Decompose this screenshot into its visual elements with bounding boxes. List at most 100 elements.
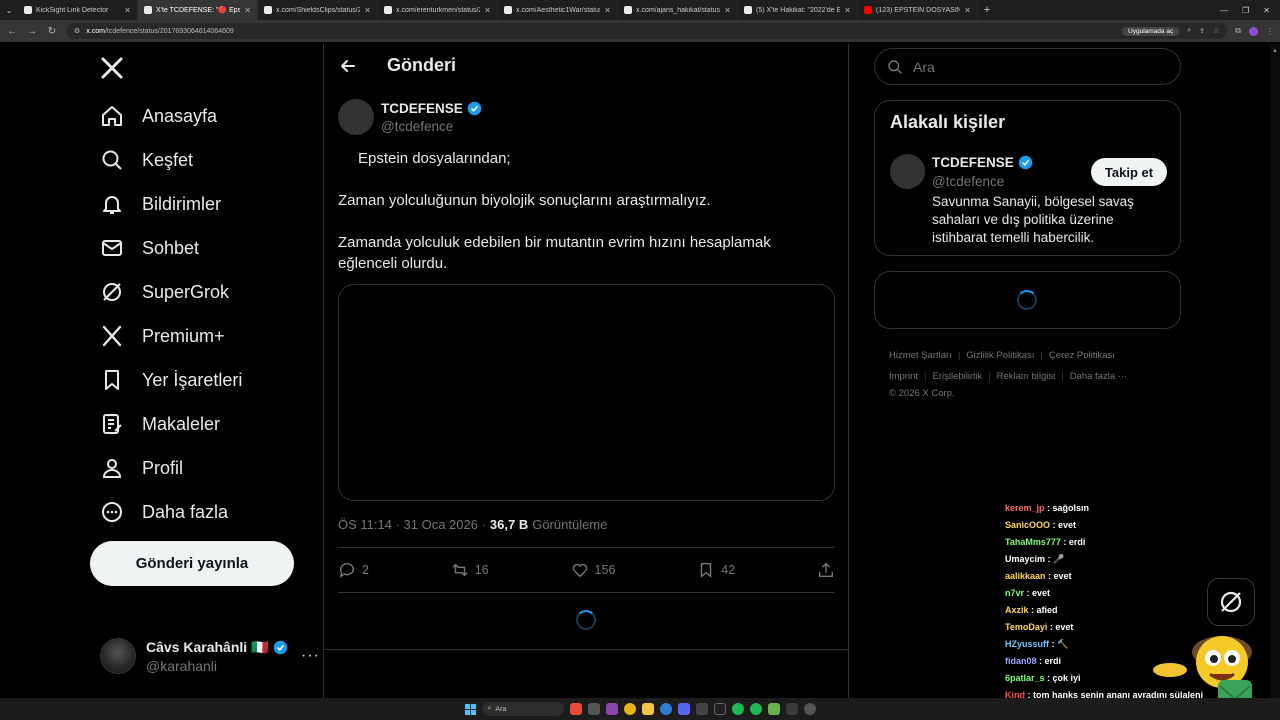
footer-link[interactable]: Reklam bilgisi: [997, 371, 1056, 382]
nav-item-bookmark[interactable]: Yer İşaretleri: [100, 360, 242, 400]
taskbar-app-icon[interactable]: [605, 703, 618, 715]
tab-close-icon[interactable]: ✕: [124, 6, 131, 15]
share-button[interactable]: [817, 561, 835, 579]
extensions-icon[interactable]: ⧉: [1235, 26, 1241, 36]
open-in-app-button[interactable]: Uygulamada aç: [1122, 26, 1180, 36]
tab-close-icon[interactable]: ✕: [844, 6, 851, 15]
footer-link[interactable]: Erişilebilirlik: [933, 371, 983, 382]
chat-username[interactable]: HZyussuff: [1005, 639, 1049, 649]
restore-icon[interactable]: ❐: [1242, 6, 1249, 15]
nav-item-article[interactable]: Makaleler: [100, 404, 220, 444]
tweet-author-name-row[interactable]: TCDEFENSE: [381, 101, 482, 116]
footer-link[interactable]: Hizmet Şartları: [889, 350, 952, 361]
taskbar-search[interactable]: ⌕ Ara: [481, 702, 564, 716]
taskbar-app-icon[interactable]: [713, 703, 726, 715]
taskbar-app-icon[interactable]: [785, 703, 798, 715]
chat-username[interactable]: n7vr: [1005, 588, 1024, 598]
more-dots-icon[interactable]: ···: [301, 647, 320, 665]
search-box[interactable]: [874, 48, 1181, 85]
chat-username[interactable]: fidan08: [1005, 656, 1037, 666]
related-handle[interactable]: @tcdefence: [932, 174, 1004, 189]
forward-nav-icon[interactable]: →: [26, 26, 38, 37]
taskbar-spotify-icon[interactable]: [749, 703, 762, 715]
windows-start-icon[interactable]: [464, 703, 476, 715]
browser-tab[interactable]: X'te TCDEFENSE: "🔴 Epstein do✕: [138, 0, 258, 20]
profile-icon[interactable]: [1249, 26, 1258, 36]
chat-username[interactable]: Umaycim: [1005, 554, 1045, 564]
chat-username[interactable]: aalikkaan: [1005, 571, 1046, 581]
tweet-media-embed[interactable]: [338, 284, 835, 501]
nav-item-grok[interactable]: SuperGrok: [100, 272, 229, 312]
nav-item-search[interactable]: Keşfet: [100, 140, 193, 180]
nav-item-person[interactable]: Profil: [100, 448, 183, 488]
browser-tab[interactable]: x.com/ShieldsClips/status/2004 ✕: [258, 0, 378, 20]
tweet-author-handle[interactable]: @tcdefence: [381, 119, 453, 134]
taskbar-discord-icon[interactable]: [677, 703, 690, 715]
nav-item-x-premium[interactable]: Premium+: [100, 316, 225, 356]
reload-icon[interactable]: ↻: [46, 26, 58, 37]
star-icon[interactable]: ☆: [1213, 27, 1219, 35]
taskbar-app-icon[interactable]: [659, 703, 672, 715]
scroll-up-arrow-icon[interactable]: ▲: [1272, 48, 1278, 54]
tab-close-icon[interactable]: ✕: [244, 6, 251, 15]
like-button[interactable]: 156: [571, 561, 615, 579]
nav-item-more-circle[interactable]: Daha fazla: [100, 492, 228, 532]
nav-item-bell[interactable]: Bildirimler: [100, 184, 221, 224]
new-tab-button[interactable]: +: [978, 4, 996, 16]
related-name-row[interactable]: TCDEFENSE: [932, 155, 1033, 170]
share-icon[interactable]: ⇪: [1199, 27, 1205, 35]
back-nav-icon[interactable]: ←: [6, 26, 18, 37]
account-switcher[interactable]: Câvs Karahânli 🇮🇹 @karahanli ···: [100, 636, 320, 676]
taskbar-app-icon[interactable]: [569, 703, 582, 715]
post-button[interactable]: Gönderi yayınla: [90, 541, 294, 586]
zoom-icon[interactable]: ⌕: [1187, 27, 1191, 35]
footer-link[interactable]: Gizlilik Politikası: [966, 350, 1034, 361]
browser-tab[interactable]: (123) EPSTEIN DOSYASINDA TÜ ✕: [858, 0, 978, 20]
tab-close-icon[interactable]: ✕: [964, 6, 971, 15]
chat-username[interactable]: Axzik: [1005, 605, 1029, 615]
browser-tab[interactable]: (5) X'te Hakikat: "2022'de Epste ✕: [738, 0, 858, 20]
tweet-author-name[interactable]: TCDEFENSE: [381, 101, 463, 116]
minimize-icon[interactable]: —: [1220, 6, 1228, 15]
repost-button[interactable]: 16: [451, 561, 489, 579]
back-arrow-icon[interactable]: [338, 56, 358, 81]
chat-username[interactable]: TemoDayi: [1005, 622, 1047, 632]
close-window-icon[interactable]: ✕: [1263, 6, 1270, 15]
url-field[interactable]: ⚙ x.com/tcdefence/status/201769306461406…: [66, 23, 1228, 39]
taskbar-app-icon[interactable]: [803, 703, 816, 715]
browser-tab[interactable]: x.com/Aesthetic1War/status/20 ✕: [498, 0, 618, 20]
taskbar-app-icon[interactable]: [731, 703, 744, 715]
browser-tab[interactable]: KickSight Link Detector ✕: [18, 0, 138, 20]
follow-button[interactable]: Takip et: [1091, 158, 1167, 186]
tab-close-icon[interactable]: ✕: [604, 6, 611, 15]
browser-menu-icon[interactable]: ⋮: [1266, 27, 1274, 36]
tab-search-icon[interactable]: ⌄: [0, 0, 18, 20]
chat-username[interactable]: kerem_jp: [1005, 503, 1045, 513]
footer-link[interactable]: Imprint: [889, 371, 918, 382]
footer-link[interactable]: Çerez Politikası: [1049, 350, 1115, 361]
chat-username[interactable]: 6patlar_s: [1005, 673, 1045, 683]
x-logo[interactable]: [100, 56, 124, 87]
tab-close-icon[interactable]: ✕: [484, 6, 491, 15]
tweet-author-avatar[interactable]: [338, 99, 374, 135]
taskbar-app-icon[interactable]: [587, 703, 600, 715]
nav-item-mail[interactable]: Sohbet: [100, 228, 199, 268]
reply-button[interactable]: 2: [338, 561, 369, 579]
tweet-timestamp[interactable]: ÖS 11:14 · 31 Oca 2026 ·: [338, 517, 486, 532]
footer-link[interactable]: Daha fazla ···: [1070, 371, 1128, 382]
nav-item-home[interactable]: Anasayfa: [100, 96, 217, 136]
taskbar-browser-icon[interactable]: [623, 703, 636, 715]
taskbar-app-icon[interactable]: [767, 703, 780, 715]
page-scrollbar[interactable]: [1270, 44, 1280, 698]
chat-username[interactable]: SanicOOO: [1005, 520, 1050, 530]
taskbar-app-icon[interactable]: [695, 703, 708, 715]
site-info-icon[interactable]: ⚙: [74, 27, 80, 35]
related-avatar[interactable]: [890, 154, 925, 189]
chat-username[interactable]: TahaMms777: [1005, 537, 1061, 547]
tab-close-icon[interactable]: ✕: [724, 6, 731, 15]
browser-tab[interactable]: x.com/ajans_hakikat/status/201✕: [618, 0, 738, 20]
browser-tab[interactable]: x.com/erenturkmen/status/201 ✕: [378, 0, 498, 20]
bookmark-button[interactable]: 42: [697, 561, 735, 579]
tab-close-icon[interactable]: ✕: [364, 6, 371, 15]
taskbar-folder-icon[interactable]: [641, 703, 654, 715]
